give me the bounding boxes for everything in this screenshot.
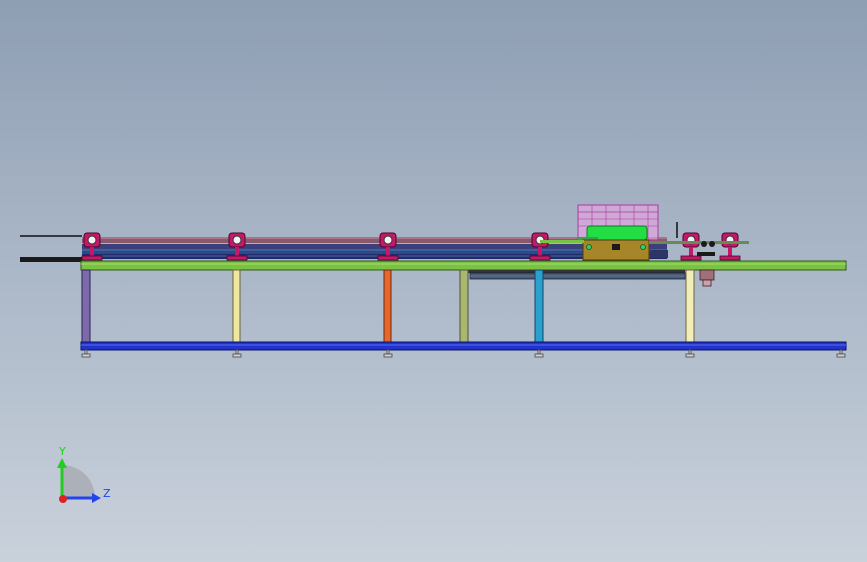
gearbox[interactable]	[582, 239, 650, 261]
roller-support	[226, 232, 248, 261]
roller-support	[377, 232, 399, 261]
roller-support	[719, 232, 741, 261]
lower-guide-beam	[465, 270, 686, 280]
frame-leg	[383, 269, 392, 343]
graphics-viewport[interactable]: Y Z	[0, 0, 867, 562]
frame-leg	[81, 269, 91, 343]
frame-legs	[81, 269, 695, 343]
frame-leg	[232, 269, 241, 343]
frame-leg	[534, 269, 544, 343]
bottom-actuator	[699, 269, 715, 287]
base-rail[interactable]	[80, 341, 847, 351]
incoming-guide-rails	[20, 235, 82, 262]
conveyor-assembly-model[interactable]: Y Z	[0, 0, 867, 562]
triad-y-label: Y	[58, 445, 66, 458]
frame-leg	[459, 269, 469, 343]
top-frame-beam[interactable]	[80, 260, 847, 271]
roller-support	[529, 232, 551, 261]
leveling-feet	[81, 349, 846, 358]
frame-leg	[685, 269, 695, 343]
triad-z-label: Z	[103, 487, 111, 500]
roller-support	[81, 232, 103, 261]
drive-motor[interactable]	[578, 225, 648, 241]
coordinate-triad: Y Z	[57, 445, 111, 503]
